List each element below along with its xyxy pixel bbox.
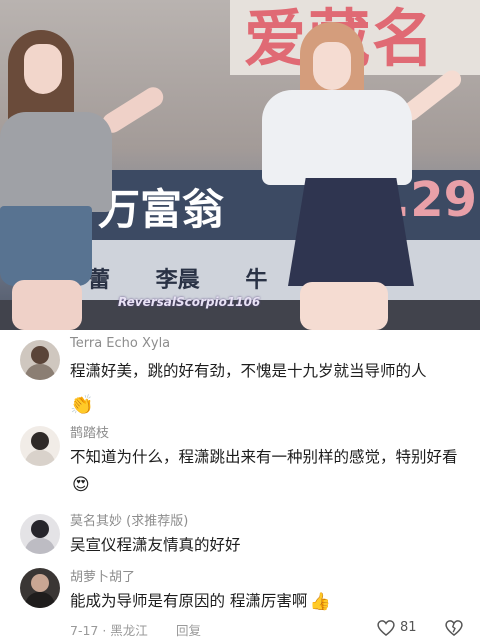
clap-emoji-icon: 👏 [70,394,94,416]
heart-eyes-emoji-icon: 😍 [72,474,90,495]
backdrop-title-text: 万富翁 [98,185,225,234]
comment-username[interactable]: 莫名其妙 (求推荐版) [70,510,188,529]
comment-username[interactable]: 胡萝卜胡了 [70,566,135,585]
like-button[interactable]: 81 [376,616,424,640]
heart-icon [377,620,395,637]
video-watermark: ReversalScorpio1106 [118,295,261,309]
backdrop-names-text: 蕾 李晨 牛 [88,268,268,293]
comment-text: 不知道为什么，程潇跳出来有一种别样的感觉，特别好看😍 [70,448,458,495]
comment-meta-row: 7-17 · 黑龙江 回复 81 [70,616,480,640]
comment-text: 程潇好美，跳的好有劲，不愧是十九岁就当导师的人 [70,362,427,380]
comment-text: 能成为导师是有原因的 程潇厉害啊 👍 [70,591,331,612]
user-avatar-icon[interactable] [20,514,60,554]
comment-username[interactable]: 鹊踏枝 [70,422,109,441]
like-count: 81 [400,620,417,635]
comment-text: 吴宣仪程潇友情真的好好 [70,536,241,554]
user-avatar-icon[interactable] [20,426,60,466]
thumbs-up-emoji-icon: 👍 [309,591,331,612]
comment-date-location: 7-17 · 黑龙江 [70,623,148,638]
video-frame[interactable]: 爱藏名 万富翁 .29 蕾 李晨 牛 ReversalScorpio1106 [0,0,480,330]
reply-button[interactable]: 回复 [176,620,201,639]
comment-list: Terra Echo Xyla 程潇好美，跳的好有劲，不愧是十九岁就当导师的人 … [0,330,480,640]
user-avatar-icon[interactable] [20,340,60,380]
dislike-icon [445,620,463,637]
dislike-button[interactable] [442,616,466,640]
comment-username[interactable]: Terra Echo Xyla [70,336,170,351]
user-avatar-icon[interactable] [20,568,60,608]
